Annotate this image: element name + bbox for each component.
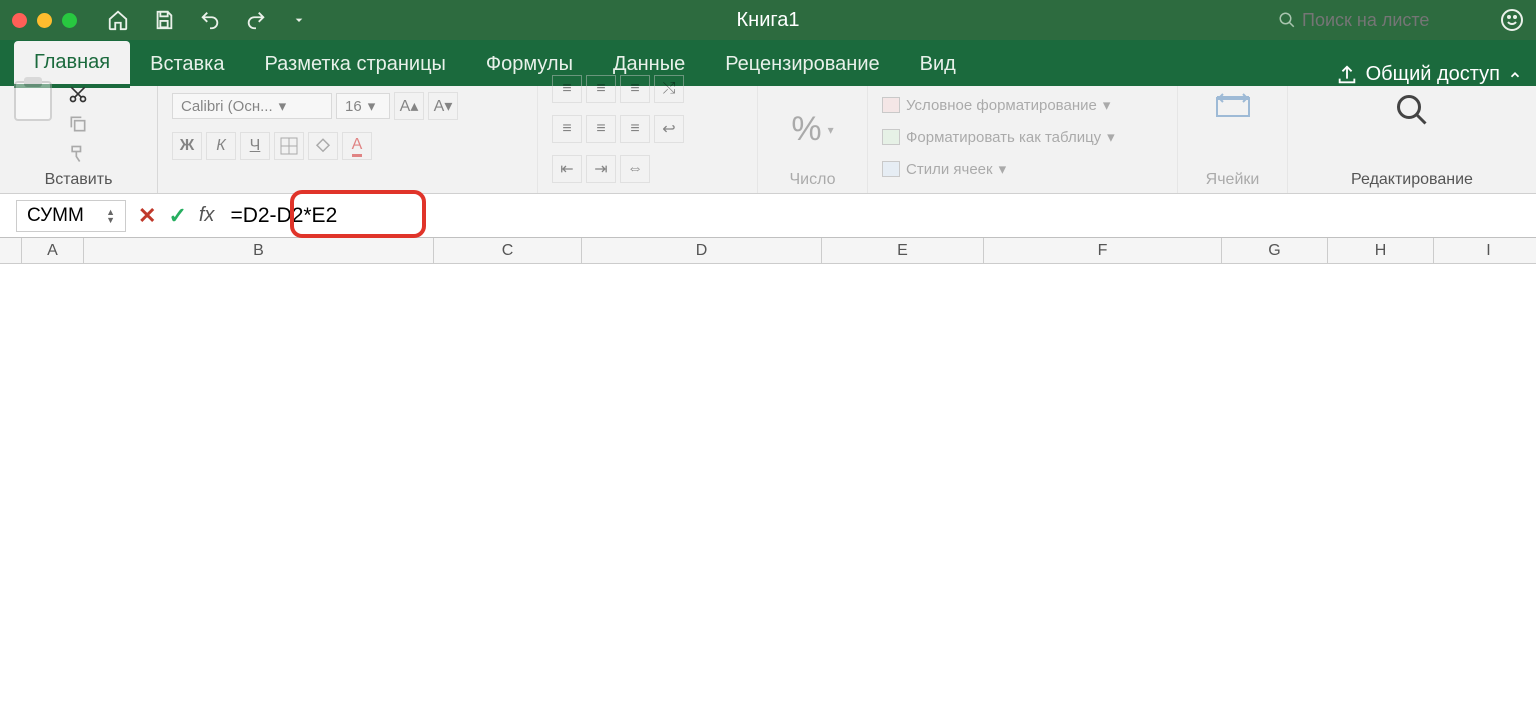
fill-color-button[interactable]: [308, 132, 338, 160]
select-all-button[interactable]: [0, 238, 22, 264]
share-icon: [1336, 64, 1358, 86]
font-name-combo[interactable]: Calibri (Осн...▾: [172, 93, 332, 119]
borders-button[interactable]: [274, 132, 304, 160]
zoom-window-button[interactable]: [62, 13, 77, 28]
align-left-button[interactable]: ≡: [552, 115, 582, 143]
align-top-button[interactable]: ≡: [552, 75, 582, 103]
column-header[interactable]: B: [84, 238, 434, 264]
cancel-formula-button[interactable]: ✕: [138, 203, 156, 229]
magnifier-icon: [1394, 92, 1430, 128]
search-icon: [1278, 11, 1296, 29]
font-color-button[interactable]: A: [342, 132, 372, 160]
window-controls: [12, 13, 77, 28]
search-input[interactable]: [1302, 10, 1482, 31]
column-header[interactable]: E: [822, 238, 984, 264]
align-middle-button[interactable]: ≡: [586, 75, 616, 103]
column-header[interactable]: D: [582, 238, 822, 264]
cell-styles-button[interactable]: Стили ячеек ▾: [882, 156, 1006, 182]
orientation-button[interactable]: ⤭: [654, 75, 684, 103]
sheet-search[interactable]: [1278, 10, 1482, 31]
share-button[interactable]: Общий доступ: [1336, 63, 1522, 86]
ribbon: Вставить Calibri (Осн...▾ 16▾ A▴ A▾ Ж К …: [0, 86, 1536, 194]
column-header[interactable]: G: [1222, 238, 1328, 264]
name-box[interactable]: СУММ ▲▼: [16, 200, 126, 232]
paste-label: Вставить: [14, 167, 143, 189]
align-bottom-button[interactable]: ≡: [620, 75, 650, 103]
cut-button[interactable]: [64, 81, 92, 107]
paste-icon: [14, 81, 52, 121]
underline-button[interactable]: Ч: [240, 132, 270, 160]
ribbon-group-alignment: ≡ ≡ ≡ ⤭ ≡ ≡ ≡ ↩ ⇤ ⇥ ⇔: [538, 86, 758, 193]
increase-font-button[interactable]: A▴: [394, 92, 424, 120]
confirm-formula-button[interactable]: ✓: [168, 203, 186, 229]
title-bar: Книга1: [0, 0, 1536, 40]
undo-icon[interactable]: [199, 9, 221, 31]
column-header[interactable]: C: [434, 238, 582, 264]
close-window-button[interactable]: [12, 13, 27, 28]
cells-button[interactable]: [1215, 92, 1251, 120]
copy-button[interactable]: [64, 111, 92, 137]
redo-icon[interactable]: [245, 9, 267, 31]
customize-qat-icon[interactable]: [291, 12, 307, 28]
align-center-button[interactable]: ≡: [586, 115, 616, 143]
merge-button[interactable]: ⇔: [620, 155, 650, 183]
formula-input[interactable]: [226, 200, 1520, 232]
spreadsheet-grid[interactable]: ABCDEFGHI1234567891011№НаименованиеПрода…: [0, 238, 1536, 718]
italic-button[interactable]: К: [206, 132, 236, 160]
tab-page-layout[interactable]: Разметка страницы: [244, 43, 465, 86]
font-size-combo[interactable]: 16▾: [336, 93, 390, 119]
number-group-label: Число: [772, 167, 853, 189]
ribbon-group-clipboard: Вставить: [0, 86, 158, 193]
feedback-icon[interactable]: [1500, 8, 1524, 32]
quick-access-toolbar: [107, 9, 307, 31]
ribbon-group-styles: Условное форматирование ▾ Форматировать …: [868, 86, 1178, 193]
minimize-window-button[interactable]: [37, 13, 52, 28]
tab-view[interactable]: Вид: [900, 43, 976, 86]
namebox-stepper-icon[interactable]: ▲▼: [106, 208, 115, 224]
column-header[interactable]: H: [1328, 238, 1434, 264]
format-as-table-button[interactable]: Форматировать как таблицу ▾: [882, 124, 1115, 150]
ribbon-group-cells: Ячейки: [1178, 86, 1288, 193]
conditional-formatting-button[interactable]: Условное форматирование ▾: [882, 92, 1110, 118]
collapse-ribbon-icon[interactable]: [1508, 68, 1522, 82]
decrease-indent-button[interactable]: ⇤: [552, 155, 582, 183]
format-painter-button[interactable]: [64, 141, 92, 167]
ribbon-group-font: Calibri (Осн...▾ 16▾ A▴ A▾ Ж К Ч A: [158, 86, 538, 193]
workbook-title: Книга1: [737, 9, 800, 32]
ribbon-tabs: Главная Вставка Разметка страницы Формул…: [0, 40, 1536, 86]
cells-label: Ячейки: [1192, 167, 1273, 189]
share-label: Общий доступ: [1366, 63, 1500, 86]
formula-bar: СУММ ▲▼ ✕ ✓ fx: [0, 194, 1536, 238]
tab-insert[interactable]: Вставка: [130, 43, 244, 86]
insert-function-button[interactable]: fx: [199, 204, 215, 227]
increase-indent-button[interactable]: ⇥: [586, 155, 616, 183]
save-icon[interactable]: [153, 9, 175, 31]
home-icon[interactable]: [107, 9, 129, 31]
percent-icon: %: [791, 110, 821, 149]
paste-button[interactable]: [14, 81, 52, 121]
align-right-button[interactable]: ≡: [620, 115, 650, 143]
editing-button[interactable]: [1394, 92, 1430, 128]
bold-button[interactable]: Ж: [172, 132, 202, 160]
editing-label: Редактирование: [1302, 167, 1522, 189]
column-header[interactable]: F: [984, 238, 1222, 264]
decrease-font-button[interactable]: A▾: [428, 92, 458, 120]
column-header[interactable]: A: [22, 238, 84, 264]
wrap-text-button[interactable]: ↩: [654, 115, 684, 143]
ribbon-group-number: % ▾ Число: [758, 86, 868, 193]
column-header[interactable]: I: [1434, 238, 1536, 264]
ribbon-group-editing: Редактирование: [1288, 86, 1536, 193]
